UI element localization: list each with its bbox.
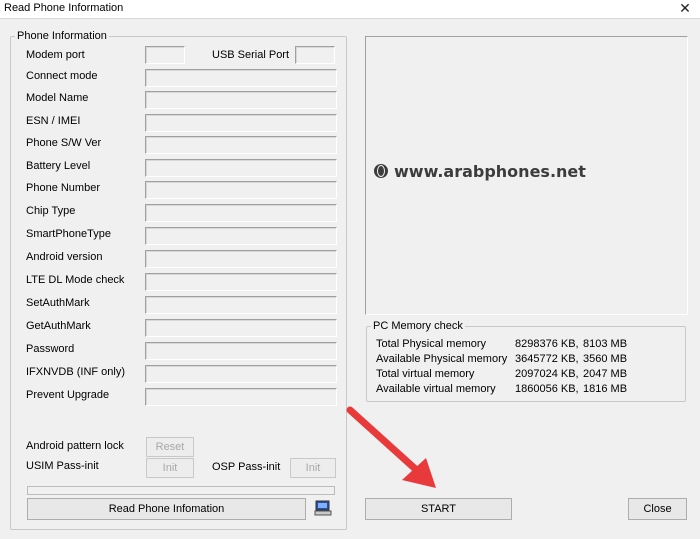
modem-port-field [145,46,185,64]
set-auth-mark-label: SetAuthMark [26,297,90,309]
mem-label-total-virtual: Total virtual memory [376,368,475,380]
lte-dl-mode-check-field [145,273,337,291]
mem-label-total-physical: Total Physical memory [376,338,487,350]
computer-icon[interactable] [314,500,332,516]
usim-init-button[interactable]: Init [146,458,194,478]
watermark: www.arabphones.net [374,162,586,181]
phone-number-field [145,181,337,199]
mem-mb-total-virtual: 2047 MB [583,368,628,380]
title-bar: Read Phone Information ✕ [0,0,700,19]
start-button[interactable]: START [365,498,512,520]
mem-kb-available-physical: 3645772 KB, [515,353,579,365]
modem-port-label: Modem port [26,49,85,61]
mem-kb-total-physical: 8298376 KB, [515,338,579,350]
phone-sw-ver-field [145,136,337,154]
password-field [145,342,337,360]
mem-mb-available-virtual: 1816 MB [583,383,628,395]
pc-memory-check-legend: PC Memory check [373,320,463,332]
esn-imei-field [145,114,337,132]
smartphone-type-field [145,227,337,245]
connect-mode-field [145,69,337,87]
phone-number-label: Phone Number [26,182,100,194]
lte-dl-mode-check-label: LTE DL Mode check [26,274,125,286]
model-name-field [145,91,337,109]
android-version-field [145,250,337,268]
ifxnvdb-field [145,365,337,383]
mem-kb-total-virtual: 2097024 KB, [515,368,579,380]
battery-level-label: Battery Level [26,160,91,172]
mem-kb-available-virtual: 1860056 KB, [515,383,579,395]
globe-icon [374,164,388,178]
mem-mb-available-physical: 3560 MB [583,353,628,365]
close-button[interactable]: Close [628,498,687,520]
watermark-text: www.arabphones.net [394,162,586,181]
usim-pass-init-label: USIM Pass-init [26,460,99,472]
android-version-label: Android version [26,251,103,263]
android-pattern-lock-label: Android pattern lock [26,440,124,452]
usb-serial-port-label: USB Serial Port [212,49,290,61]
prevent-upgrade-label: Prevent Upgrade [26,389,110,401]
chip-type-field [145,204,337,222]
osp-pass-init-label: OSP Pass-init [212,461,281,473]
model-name-label: Model Name [26,92,89,104]
connect-mode-label: Connect mode [26,70,98,82]
mem-mb-total-physical: 8103 MB [583,338,628,350]
mem-label-available-physical: Available Physical memory [376,353,508,365]
password-label: Password [26,343,75,355]
pointer-arrow-annotation [346,406,436,488]
phone-sw-ver-label: Phone S/W Ver [26,137,102,149]
ifxnvdb-label: IFXNVDB (INF only) [26,366,126,378]
prevent-upgrade-field [145,388,337,406]
read-phone-information-button[interactable]: Read Phone Infomation [27,498,306,520]
phone-information-legend: Phone Information [17,30,107,42]
esn-imei-label: ESN / IMEI [26,115,81,127]
osp-init-button[interactable]: Init [290,458,336,478]
close-icon[interactable]: ✕ [676,0,694,18]
battery-level-field [145,159,337,177]
mem-label-available-virtual: Available virtual memory [376,383,496,395]
reset-button[interactable]: Reset [146,437,194,457]
smartphone-type-label: SmartPhoneType [26,228,111,240]
set-auth-mark-field [145,296,337,314]
usb-serial-port-field [295,46,335,64]
progress-bar [27,486,335,495]
get-auth-mark-field [145,319,337,337]
get-auth-mark-label: GetAuthMark [26,320,91,332]
chip-type-label: Chip Type [26,205,76,217]
window-title: Read Phone Information [4,2,124,14]
